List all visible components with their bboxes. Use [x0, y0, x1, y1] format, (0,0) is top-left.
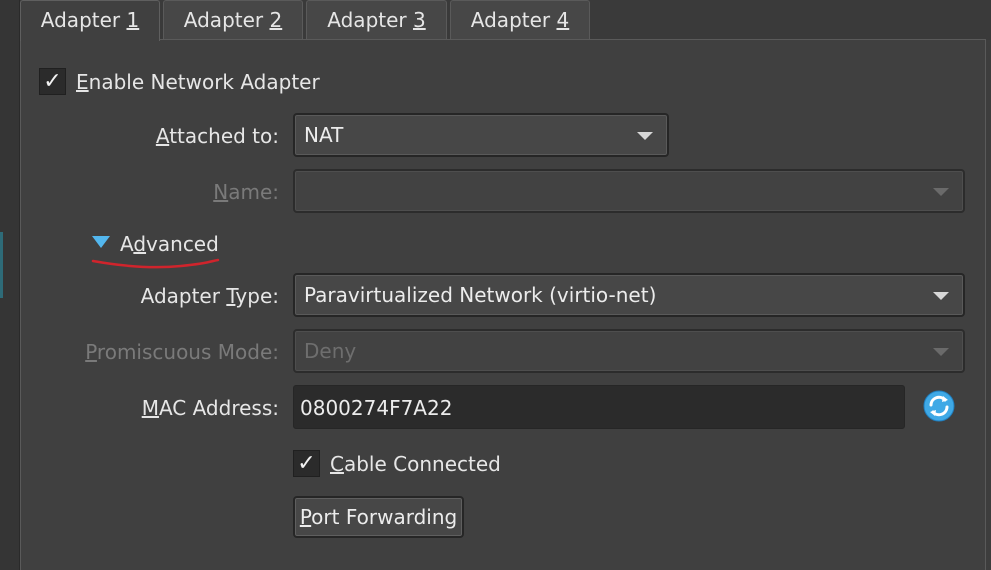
attached-to-value: NAT: [304, 123, 344, 147]
tab-label: Adapter: [327, 8, 413, 32]
attached-to-label: Attached to:: [81, 123, 279, 149]
tab-mnemonic: 4: [556, 8, 570, 32]
adapter-type-value: Paravirtualized Network (virtio-net): [304, 283, 657, 307]
chevron-down-icon: [933, 348, 949, 356]
mac-address-label: MAC Address:: [81, 395, 279, 421]
tab-mnemonic: 3: [412, 8, 426, 32]
tab-adapter-4[interactable]: Adapter 4: [450, 0, 590, 40]
tab-label: Adapter: [40, 8, 127, 32]
advanced-toggle[interactable]: Advanced: [120, 231, 219, 257]
label-text: Adapter: [140, 284, 227, 308]
mnemonic: N: [213, 180, 229, 204]
name-select[interactable]: [293, 169, 965, 213]
mnemonic: C: [330, 452, 344, 476]
tab-label: Adapter: [183, 8, 270, 32]
adapter-type-select[interactable]: Paravirtualized Network (virtio-net): [293, 273, 965, 317]
adapter-type-label: Adapter Type:: [81, 283, 279, 309]
adapter-tab-bar: Adapter 1 Adapter 2 Adapter 3 Adapter 4: [20, 0, 991, 41]
label-text: vanced: [146, 232, 219, 256]
checkmark-icon: ✓: [297, 451, 316, 476]
mnemonic: A: [155, 124, 170, 148]
label-text: ame:: [228, 180, 279, 204]
label-text: ort Forwarding: [311, 505, 458, 529]
cable-connected-label[interactable]: Cable Connected: [330, 451, 501, 477]
label-text: romiscuous Mode:: [96, 340, 279, 364]
label-text: AC Address:: [158, 396, 279, 420]
checkmark-icon: ✓: [43, 69, 62, 94]
network-settings-window: Adapter 1 Adapter 2 Adapter 3 Adapter 4 …: [0, 0, 991, 570]
tab-mnemonic: 2: [269, 8, 283, 32]
chevron-down-icon: [637, 132, 653, 140]
enable-adapter-label[interactable]: Enable Network Adapter: [76, 69, 320, 95]
mnemonic: P: [299, 505, 312, 529]
refresh-mac-icon[interactable]: [923, 390, 955, 422]
tab-label: Adapter: [470, 8, 557, 32]
left-edge-accent: [0, 232, 3, 298]
cable-connected-checkbox[interactable]: ✓: [293, 450, 320, 477]
promiscuous-mode-value: Deny: [304, 339, 357, 363]
expand-triangle-icon[interactable]: [92, 236, 110, 248]
enable-adapter-checkbox[interactable]: ✓: [39, 68, 66, 95]
promiscuous-mode-label: Promiscuous Mode:: [61, 339, 279, 365]
promiscuous-mode-select[interactable]: Deny: [293, 329, 965, 373]
tab-adapter-3[interactable]: Adapter 3: [306, 0, 447, 40]
label-text: ttached to:: [169, 124, 279, 148]
port-forwarding-button[interactable]: Port Forwarding: [293, 496, 464, 538]
name-label: Name:: [81, 179, 279, 205]
mnemonic: E: [76, 70, 89, 94]
mac-address-input[interactable]: 0800274F7A22: [293, 385, 905, 429]
tab-adapter-2[interactable]: Adapter 2: [163, 0, 303, 40]
label-text: nable Network Adapter: [88, 70, 320, 94]
mnemonic: M: [141, 396, 159, 420]
label-text: ype:: [235, 284, 279, 308]
label-text: A: [120, 232, 134, 256]
left-edge-strip: [0, 0, 20, 570]
mnemonic: P: [85, 340, 97, 364]
tab-adapter-1[interactable]: Adapter 1: [20, 0, 160, 41]
label-text: able Connected: [343, 452, 501, 476]
mac-address-value: 0800274F7A22: [300, 396, 453, 420]
mnemonic: d: [133, 232, 147, 256]
red-annotation-underline: [91, 258, 220, 269]
tab-mnemonic: 1: [126, 8, 140, 32]
chevron-down-icon: [933, 292, 949, 300]
adapter-settings-panel: ✓ Enable Network Adapter Attached to: NA…: [20, 39, 986, 570]
chevron-down-icon: [933, 188, 949, 196]
attached-to-select[interactable]: NAT: [293, 113, 669, 157]
